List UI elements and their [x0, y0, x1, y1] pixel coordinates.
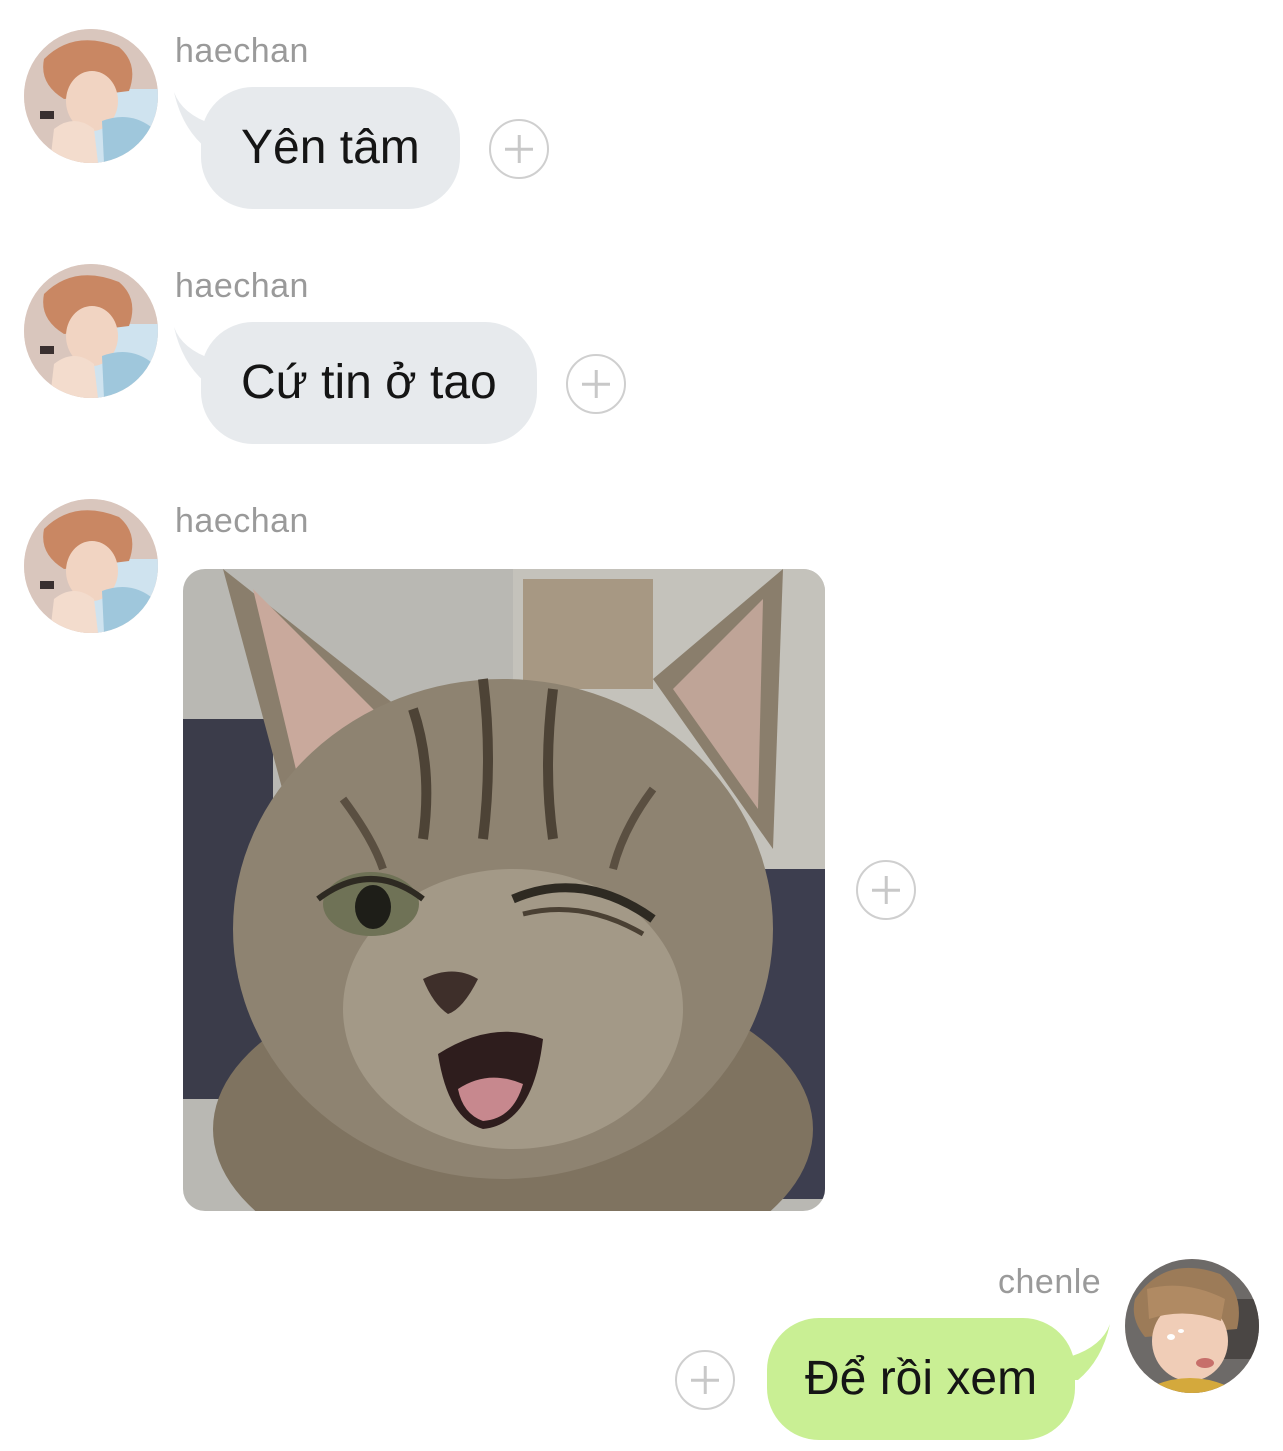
add-reaction-button[interactable]: [566, 354, 626, 414]
sender-avatar[interactable]: [1125, 1259, 1259, 1393]
message-bubble[interactable]: Yên tâm: [201, 87, 460, 209]
add-reaction-button[interactable]: [489, 119, 549, 179]
avatar-photo-chenle: [1125, 1259, 1259, 1393]
sender-avatar[interactable]: [24, 264, 158, 398]
avatar-photo-haechan: [24, 264, 158, 398]
sender-name: haechan: [175, 267, 309, 305]
add-reaction-button[interactable]: [675, 1350, 735, 1410]
message-bubble[interactable]: Cứ tin ở tao: [201, 322, 537, 444]
sender-avatar[interactable]: [24, 29, 158, 163]
avatar-photo-haechan: [24, 29, 158, 163]
image-message[interactable]: [183, 569, 825, 1211]
sender-name: haechan: [175, 32, 309, 70]
message-bubble[interactable]: Để rồi xem: [767, 1318, 1076, 1440]
sender-name: chenle: [998, 1263, 1102, 1301]
avatar-photo-haechan: [24, 499, 158, 633]
sender-name: haechan: [175, 502, 309, 540]
sender-avatar[interactable]: [24, 499, 158, 633]
add-reaction-button[interactable]: [856, 860, 916, 920]
kitten-photo: [183, 569, 825, 1211]
